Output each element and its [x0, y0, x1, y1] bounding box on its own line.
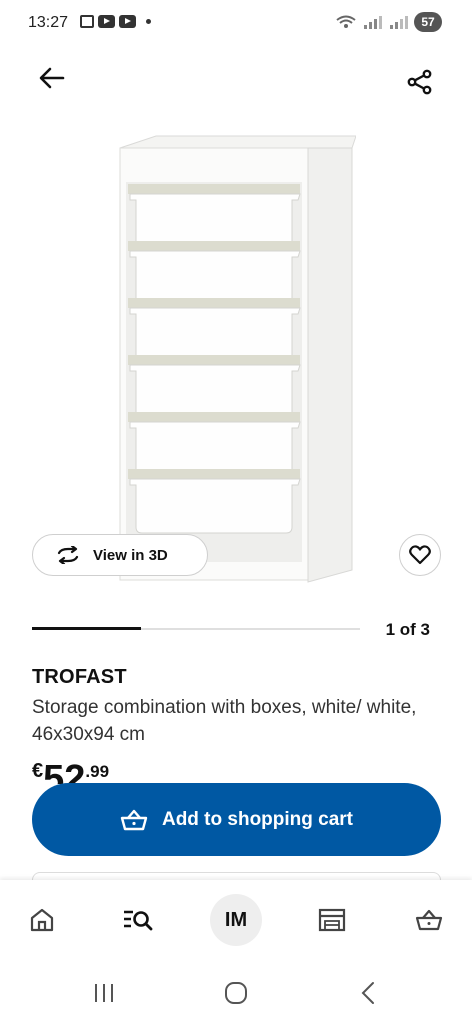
youtube-icon	[119, 15, 136, 28]
favourite-button[interactable]	[399, 534, 441, 576]
cart-icon	[120, 809, 148, 830]
rotate-3d-icon	[57, 546, 79, 564]
wifi-icon	[336, 15, 356, 28]
recent-apps-button[interactable]	[84, 978, 124, 1008]
youtube-icon	[98, 15, 115, 28]
bottom-navigation: IM	[0, 880, 472, 962]
product-description: Storage combination with boxes, white/ w…	[32, 697, 417, 745]
price-decimal: .99	[85, 762, 110, 781]
nav-account[interactable]: IM	[210, 894, 262, 946]
signal-icon	[364, 16, 382, 29]
screenshot-icon	[80, 15, 94, 28]
home-circle-icon	[225, 982, 247, 1004]
signal-icon-2	[390, 16, 408, 29]
product-image[interactable]	[116, 130, 356, 590]
add-to-cart-label: Add to shopping cart	[161, 808, 354, 830]
gallery-progress-fill	[32, 627, 142, 630]
gallery-indicator: 1 of 3	[385, 620, 430, 639]
system-back-button[interactable]	[348, 978, 388, 1008]
price-currency: €	[32, 760, 44, 782]
product-price: €52.99	[32, 760, 109, 784]
chevron-left-icon	[361, 982, 374, 1004]
heart-icon	[409, 545, 431, 565]
add-to-cart-button[interactable]: Add to shopping cart	[32, 783, 441, 856]
notification-icons	[80, 15, 151, 28]
product-name: TROFAST	[32, 666, 127, 688]
cart-icon	[415, 909, 443, 931]
view-in-3d-button[interactable]: View in 3D	[32, 534, 208, 576]
share-button[interactable]	[400, 62, 440, 102]
battery-icon: 57	[414, 12, 442, 32]
nav-cart[interactable]	[403, 894, 455, 946]
nav-stores[interactable]	[306, 894, 358, 946]
system-home-button[interactable]	[216, 978, 256, 1008]
nav-home[interactable]	[16, 894, 68, 946]
search-list-icon	[124, 910, 153, 931]
share-icon	[407, 69, 432, 95]
home-icon	[30, 908, 54, 932]
system-navigation	[0, 962, 472, 1024]
nav-search[interactable]	[112, 894, 164, 946]
price-integer: 52	[43, 760, 86, 784]
system-status-icons: 57	[336, 12, 442, 32]
arrow-left-icon	[39, 67, 65, 89]
gallery-progress	[32, 627, 360, 630]
status-bar: 13:27 57	[0, 0, 472, 48]
view-in-3d-label: View in 3D	[93, 546, 168, 564]
more-notifications-icon	[146, 19, 151, 24]
recent-apps-icon	[95, 984, 113, 1002]
back-button[interactable]	[32, 58, 72, 98]
status-time: 13:27	[28, 14, 69, 31]
store-icon	[318, 908, 346, 932]
